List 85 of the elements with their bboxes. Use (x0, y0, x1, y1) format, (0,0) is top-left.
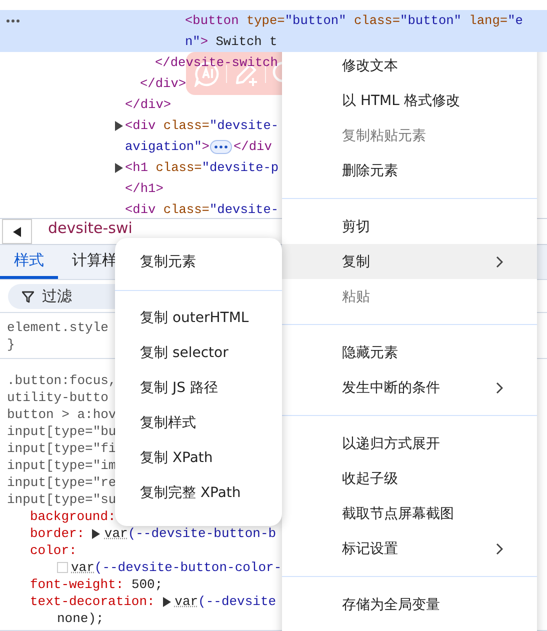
code-token: avigation" (125, 139, 202, 154)
code-token: </div> (125, 97, 172, 112)
menu-item[interactable]: 存储为全局变量 (282, 587, 537, 622)
expand-triangle-icon[interactable] (162, 596, 171, 606)
code-token: Switch t (214, 34, 278, 49)
css-selector: input[type="bu (7, 423, 116, 440)
css-value: (--devsite-button-b (128, 525, 276, 542)
code-token: class= (162, 202, 210, 217)
code-token: <button (185, 13, 239, 28)
menu-item[interactable]: 复制 XPath (115, 440, 282, 476)
css-selector: input[type="su (7, 491, 116, 508)
code-token: </devsite-switch (155, 55, 278, 70)
css-value: (--devsite-button-color- (94, 559, 282, 576)
code-token: class= (352, 13, 400, 28)
code-token: class= (162, 118, 210, 133)
menu-item[interactable]: 复制 selector (115, 336, 282, 370)
css-selector: input[type="re (7, 474, 116, 491)
css-value: var (104, 525, 128, 542)
menu-item[interactable]: 收起子级 (282, 461, 537, 496)
breadcrumb-item[interactable]: devsite-swi (48, 219, 132, 237)
css-selector: utility-butto (7, 389, 108, 406)
menu-item[interactable]: 截取节点屏幕截图 (282, 496, 537, 531)
code-token: class= (154, 160, 202, 175)
css-value: (--devsite (198, 593, 276, 610)
code-token: "e (508, 13, 523, 28)
code-token: "devsite-p (202, 160, 279, 175)
menu-item[interactable]: 修改文本 (282, 48, 537, 83)
css-property: color: (30, 542, 77, 559)
filter-icon (22, 290, 34, 302)
code-token: <div (125, 202, 156, 217)
expand-triangle-icon[interactable] (115, 120, 123, 130)
menu-item[interactable]: 剪切 (282, 209, 537, 244)
css-property: border: (30, 525, 85, 542)
tree-row[interactable]: <h1 class="devsite-p (0, 157, 279, 178)
tab[interactable]: 样式 (0, 245, 58, 279)
menu-item[interactable]: 复制完整 XPath (115, 476, 282, 510)
css-selector: element.style (7, 319, 108, 336)
menu-item[interactable]: 以 HTML 格式修改 (282, 83, 537, 118)
code-token: "devsite- (209, 202, 279, 217)
code-token: type= (245, 13, 285, 28)
back-button[interactable] (2, 219, 32, 244)
code-token: </h1> (125, 181, 164, 196)
css-property: background: (30, 508, 116, 525)
menu-item[interactable]: 复制 JS 路径 (115, 370, 282, 406)
code-token: </div (233, 139, 272, 154)
code-token: > (202, 139, 210, 154)
css-value: 500; (131, 576, 163, 593)
code-token: lang= (468, 13, 508, 28)
ellipsis-badge[interactable] (210, 140, 232, 154)
code-token: <div (125, 118, 156, 133)
css-selector: button > a:hov (7, 406, 116, 423)
code-token: "devsite- (209, 118, 279, 133)
css-property: font-weight: (30, 576, 124, 593)
chevron-right-icon (496, 542, 503, 554)
menu-item[interactable]: 隐藏元素 (282, 335, 537, 370)
code-token: </div> (140, 76, 186, 91)
tree-row[interactable]: <div class="devsite- (0, 199, 279, 218)
closing-brace: } (7, 336, 15, 353)
menu-item[interactable]: 复制 (282, 244, 537, 279)
css-value: var (71, 559, 94, 576)
back-triangle-icon (13, 226, 21, 236)
code-token: <h1 (125, 160, 148, 175)
code-token: > (200, 34, 208, 49)
expand-triangle-icon[interactable] (115, 162, 123, 172)
menu-item[interactable]: 标记设置 (282, 531, 537, 566)
color-swatch[interactable] (57, 562, 68, 573)
tree-row[interactable]: <div class="devsite- (0, 115, 279, 136)
chevron-right-icon (496, 382, 503, 394)
css-value: var (174, 593, 198, 610)
more-icon[interactable] (6, 18, 20, 22)
menu-item[interactable]: 发生中断的条件 (282, 370, 537, 405)
css-value: none); (57, 610, 104, 627)
css-selector: .button:focus, (7, 372, 116, 389)
menu-item[interactable]: 复制样式 (115, 406, 282, 440)
code-token: "button" (284, 13, 346, 28)
tree-row[interactable]: <button type="button" class="button" lang="e (0, 10, 547, 31)
expand-triangle-icon[interactable] (92, 528, 100, 538)
code-token: "button" (400, 13, 462, 28)
css-selector: input[type="fi (7, 440, 116, 457)
menu-item[interactable]: 删除元素 (282, 153, 537, 188)
code-token: n" (185, 34, 200, 49)
css-property: text-decoration: (30, 593, 155, 610)
menu-item[interactable]: 以递归方式展开 (282, 426, 537, 461)
chevron-right-icon (496, 256, 503, 268)
css-selector: input[type="im (7, 457, 116, 474)
